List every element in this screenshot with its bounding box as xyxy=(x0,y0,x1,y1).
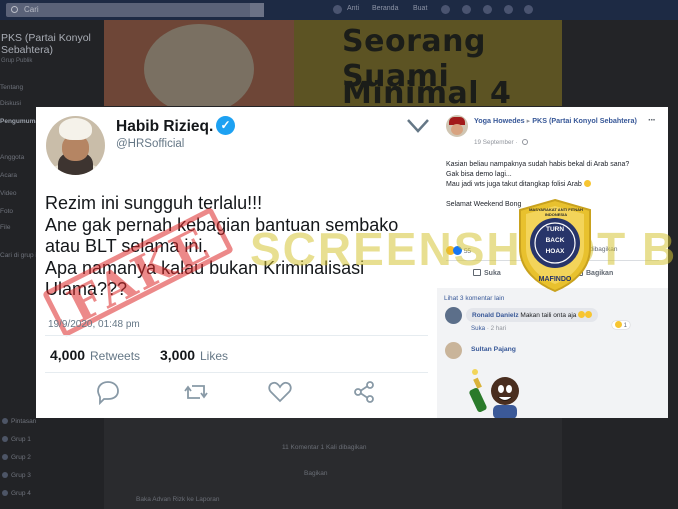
chevron-down-icon[interactable] xyxy=(406,117,430,135)
nav-profile[interactable]: Anti xyxy=(347,5,359,12)
feed-share-button[interactable]: Bagikan xyxy=(304,470,328,477)
avatar[interactable] xyxy=(445,307,462,324)
comment-author[interactable]: Ronald Danielz xyxy=(472,312,519,319)
shortcut-icon xyxy=(2,472,8,478)
shortcut-item[interactable]: Pintasan xyxy=(2,418,36,425)
haha-reaction-icon xyxy=(615,321,622,328)
comment-text: Makan taili onta aja xyxy=(520,312,577,319)
badge-label-mid: BACK xyxy=(545,237,565,244)
badge-ring-text: MASYARAKAT ANTI FITNAH INDONESIA xyxy=(529,207,583,217)
sidebar-item[interactable]: Acara xyxy=(0,172,17,179)
reply-icon[interactable] xyxy=(95,379,121,405)
globe-icon xyxy=(522,139,529,145)
more-options-icon[interactable]: ··· xyxy=(648,115,656,126)
shortcut-icon xyxy=(2,436,8,442)
shortcut-item[interactable]: Grup 2 xyxy=(2,454,31,461)
badge-name: MAFINDO xyxy=(538,276,572,283)
cover-cartoon xyxy=(104,20,294,106)
screenshot-watermark: SCREENSHOOT BY xyxy=(250,223,678,275)
comment-meta: Suka · 2 hari xyxy=(471,325,507,332)
search-icon xyxy=(11,6,18,13)
friends-icon[interactable] xyxy=(441,5,450,14)
retweet-icon[interactable] xyxy=(183,379,209,405)
feed-reply[interactable]: Baka Advan Rizk ke Laporan xyxy=(136,496,219,503)
avatar[interactable] xyxy=(46,116,105,175)
search-button[interactable] xyxy=(250,3,264,17)
shortcut-item[interactable]: Grup 1 xyxy=(2,436,31,443)
post-group-name[interactable]: PKS (Partai Konyol Sebahtera) xyxy=(532,116,637,125)
shortcut-icon xyxy=(2,418,8,424)
sidebar-item[interactable]: Video xyxy=(0,190,17,197)
badge-label-bottom: HOAX xyxy=(545,248,565,255)
emoji-icon xyxy=(583,180,591,187)
tweet-timestamp[interactable]: 19/9/2020, 01:48 pm xyxy=(48,319,140,330)
cover-text-line: Minimal 4 Istri xyxy=(342,76,512,106)
group-privacy: Grup Publik xyxy=(1,58,33,64)
divider xyxy=(45,335,428,336)
sidebar-item[interactable]: Foto xyxy=(0,208,13,215)
sidebar-item[interactable]: Diskusi xyxy=(0,100,21,107)
like-count[interactable]: 3,000 xyxy=(160,347,195,363)
nav-home[interactable]: Beranda xyxy=(372,5,398,12)
comment-author[interactable]: Sultan Pajang xyxy=(471,346,516,353)
profile-avatar-icon[interactable] xyxy=(333,5,342,14)
post-line: Kasian beliau nampaknya sudah habis beka… xyxy=(446,161,630,168)
messenger-icon[interactable] xyxy=(462,5,471,14)
triangle-right-icon: ▸ xyxy=(526,116,531,125)
shortcut-item[interactable]: Grup 3 xyxy=(2,472,31,479)
sidebar-item[interactable]: Anggota xyxy=(0,154,24,161)
feed-post-behind: 11 Komentar 1 Kali dibagikan Bagikan Bak… xyxy=(104,418,562,509)
post-line: Gak bisa demo lagi... xyxy=(446,171,512,178)
group-cover-image: Seorang Suami Minimal 4 Istri xyxy=(104,20,562,106)
nav-create[interactable]: Buat xyxy=(413,5,427,12)
feed-comment-count[interactable]: 11 Komentar 1 Kali dibagikan xyxy=(282,444,366,451)
avatar[interactable] xyxy=(445,342,462,359)
view-more-comments-link[interactable]: Lihat 3 komentar lain xyxy=(444,295,504,302)
facebook-search-input[interactable]: Cari xyxy=(6,3,264,17)
heart-icon[interactable] xyxy=(267,379,293,405)
retweet-count[interactable]: 4,000 xyxy=(50,347,85,363)
sidebar-item[interactable]: File xyxy=(0,224,10,231)
emoji-icon xyxy=(585,311,593,318)
shortcut-icon xyxy=(2,454,8,460)
comment-reaction-badge[interactable]: 1 xyxy=(612,321,631,329)
sidebar-item[interactable]: Tentang xyxy=(0,84,23,91)
post-date[interactable]: 19 September · xyxy=(474,139,529,146)
emoji-icon xyxy=(578,311,586,318)
comment-like-link[interactable]: Suka xyxy=(471,325,485,332)
tweet-text-line: Rezim ini sungguh terlalu!!! xyxy=(45,193,263,213)
facebook-top-bar: Cari Anti Beranda Buat xyxy=(0,0,678,20)
retweet-label: Retweets xyxy=(90,349,141,363)
like-label: Likes xyxy=(200,349,229,363)
help-icon[interactable] xyxy=(504,5,513,14)
champagne-sticker-icon xyxy=(469,369,519,418)
notifications-icon[interactable] xyxy=(483,5,492,14)
verified-badge-icon: ✓ xyxy=(216,116,235,135)
comment-time[interactable]: 2 hari xyxy=(491,325,506,332)
post-line: Mau jadi wts juga takut ditangkap folisi… xyxy=(446,180,661,190)
group-title[interactable]: PKS (Partai Konyol Sebahtera) xyxy=(1,32,98,56)
post-header: Yoga Howedes ▸ PKS (Partai Konyol Sebaht… xyxy=(474,116,654,126)
divider xyxy=(45,372,428,373)
badge-label-top: TURN xyxy=(545,226,565,233)
avatar[interactable] xyxy=(446,115,468,137)
shortcut-icon xyxy=(2,490,8,496)
post-author-name[interactable]: Yoga Howedes xyxy=(474,116,525,125)
comment-bubble: Ronald Danielz Makan taili onta aja xyxy=(466,308,599,322)
account-menu-icon[interactable] xyxy=(524,5,533,14)
share-icon[interactable] xyxy=(351,379,377,405)
tweet-author-handle[interactable]: @HRSofficial xyxy=(116,138,184,150)
tweet-author-name[interactable]: Habib Rizieq. S xyxy=(116,118,228,136)
shortcut-item[interactable]: Grup 4 xyxy=(2,490,31,497)
search-placeholder: Cari xyxy=(24,5,39,14)
